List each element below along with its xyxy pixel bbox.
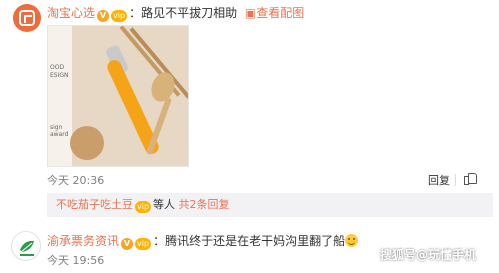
avatar[interactable] — [13, 4, 41, 32]
comment-item: 淘宝心选 Vvip ：路见不平拔刀相助 ▣查看配图 OOD ESIGN sign a… — [0, 0, 499, 190]
comment-line: 渝承票务资讯 Vvip ：腾讯终于还是在老干妈沟里翻了船 — [47, 233, 359, 250]
view-image-link[interactable]: 查看配图 — [256, 6, 304, 20]
watermark: 搜狐号@玩懂手机 — [380, 248, 477, 262]
product-card-shape: OOD ESIGN sign award — [48, 26, 72, 166]
thumbs-up-icon — [464, 172, 477, 185]
vip-badge-icon: vip — [111, 10, 128, 22]
cork-lid-shape — [70, 126, 104, 160]
username-link[interactable]: 渝承票务资讯 — [47, 234, 119, 248]
divider — [455, 174, 456, 186]
separator: ： — [153, 234, 166, 248]
comment-image[interactable]: OOD ESIGN sign award — [47, 25, 189, 167]
comment-line: 淘宝心选 Vvip ：路见不平拔刀相助 ▣查看配图 — [47, 5, 304, 22]
timestamp: 今天 20:36 — [47, 174, 105, 187]
laughing-emoji-icon — [345, 234, 359, 247]
image-icon: ▣ — [244, 6, 257, 20]
card-text: ESIGN — [50, 72, 69, 79]
reply-summary[interactable]: 不吃茄子吃土豆 vip 等人 共2条回复 — [47, 193, 493, 217]
comment-text: 腾讯终于还是在老干妈沟里翻了船 — [165, 234, 346, 248]
reply-suffix: 等人 — [153, 198, 176, 211]
leaf-logo-icon — [20, 240, 34, 256]
timestamp: 今天 19:56 — [47, 254, 105, 267]
separator: ： — [129, 6, 142, 20]
vip-badge-icon: vip — [135, 201, 152, 213]
verified-badge-icon: V — [121, 238, 134, 250]
comment-text: 路见不平拔刀相助 — [141, 6, 238, 20]
reply-button[interactable]: 回复 — [428, 172, 450, 188]
verified-badge-icon: V — [97, 10, 110, 22]
username-link[interactable]: 淘宝心选 — [47, 6, 95, 20]
reply-username-link[interactable]: 不吃茄子吃土豆 — [56, 198, 133, 211]
view-replies-link[interactable]: 共2条回复 — [179, 198, 230, 211]
spoon-head-shape — [147, 69, 179, 105]
taobao-logo-icon — [19, 10, 35, 26]
like-button[interactable] — [464, 172, 477, 185]
reply-summary-line: 不吃茄子吃土豆 vip 等人 共2条回复 — [56, 197, 230, 213]
vip-badge-icon: vip — [135, 238, 152, 250]
avatar[interactable] — [11, 231, 41, 261]
card-text: sign award — [50, 124, 69, 138]
card-text: OOD — [50, 64, 65, 71]
